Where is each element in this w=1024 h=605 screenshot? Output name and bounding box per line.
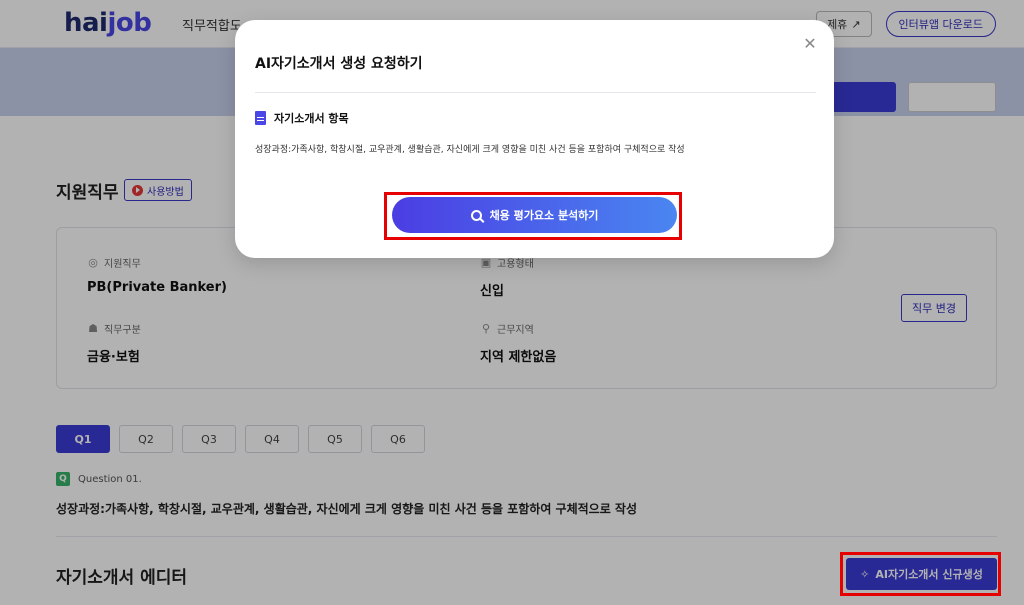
close-icon[interactable]: ✕ [802, 36, 818, 52]
modal-description: 성장과정:가족사항, 학창시절, 교우관계, 생활습관, 자신에게 크게 영향을… [255, 145, 685, 155]
modal-divider [255, 92, 816, 93]
new-ai-button-highlight [840, 552, 1001, 596]
analyze-button-highlight [384, 192, 682, 240]
resume-item-heading: 자기소개서 항목 [255, 110, 349, 126]
document-icon [255, 111, 266, 125]
modal-title: AI자기소개서 생성 요청하기 [255, 56, 423, 72]
